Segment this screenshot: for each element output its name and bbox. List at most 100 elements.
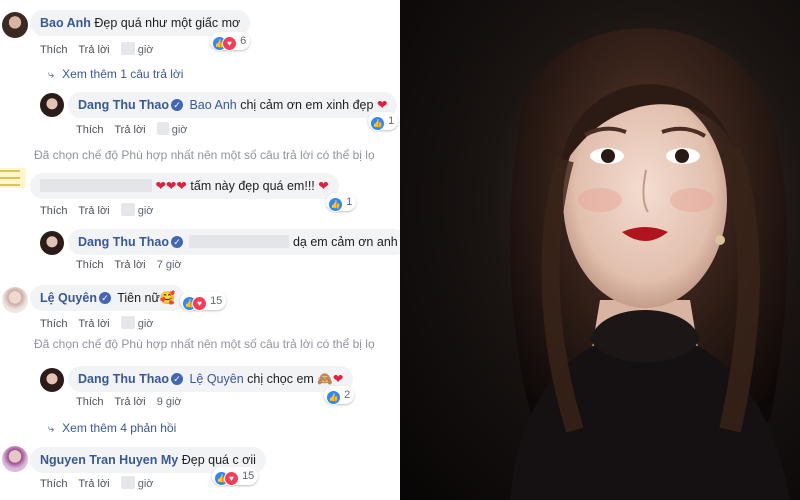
- commenter-name[interactable]: Lệ Quyên: [40, 291, 97, 305]
- comment-actions: Thích Trả lời giờ: [40, 316, 154, 330]
- timestamp: giờ: [137, 205, 154, 217]
- comment-bubble: Dang Thu Thao ✓ Lệ Quyên chị chọc em 🙈❤: [68, 366, 354, 392]
- like-reaction-icon: 👍: [328, 197, 343, 212]
- blurred-name: [40, 179, 152, 192]
- timestamp: giờ: [137, 318, 154, 330]
- reaction-count[interactable]: 👍 ♥ 15: [180, 292, 227, 311]
- avatar[interactable]: [40, 93, 64, 117]
- timestamp: giờ: [137, 44, 154, 56]
- comment-bubble: Dang Thu Thao ✓ dạ em cảm ơn anh: [68, 229, 400, 255]
- heart-emoji: ❤: [376, 98, 388, 112]
- reaction-count[interactable]: 👍 ♥ 15: [212, 467, 259, 486]
- reply-link[interactable]: Trả lời: [78, 318, 109, 330]
- comment-actions: Thích Trả lời 7 giờ: [76, 259, 182, 271]
- like-reaction-icon: 👍: [326, 390, 341, 405]
- verified-badge-icon: ✓: [170, 99, 183, 111]
- comment-actions: Thích Trả lời giờ: [40, 42, 154, 56]
- commenter-name[interactable]: Nguyen Tran Huyen My: [40, 453, 178, 467]
- earring: [715, 235, 725, 245]
- avatar-stripe: [0, 184, 20, 186]
- comment-text: Đẹp quá như một giấc mơ: [94, 16, 241, 30]
- right-iris: [675, 149, 689, 163]
- reply-arrow-icon: ⤷: [48, 423, 55, 435]
- like-link[interactable]: Thích: [40, 205, 68, 217]
- commenter-name[interactable]: Bao Anh: [40, 16, 91, 30]
- avatar-stripe: [0, 177, 20, 179]
- comment-text: dạ em cảm ơn anh: [292, 235, 398, 249]
- comment-bubble: Lệ Quyên ✓ Tiên nữ🥰: [30, 285, 186, 311]
- comment-actions: Thích Trả lời 9 giờ: [76, 396, 182, 408]
- reaction-count[interactable]: 👍 ♥ 6: [210, 32, 251, 51]
- avatar[interactable]: [40, 368, 64, 392]
- love-reaction-icon: ♥: [224, 471, 239, 486]
- reaction-count[interactable]: 👍 1: [326, 193, 357, 212]
- comment-thread: Bao Anh Đẹp quá như một giấc mơ 👍 ♥ 6 Thí…: [0, 0, 400, 500]
- blurred-time: [156, 122, 169, 135]
- right-cheek: [670, 188, 714, 212]
- timestamp: giờ: [137, 478, 154, 490]
- left-iris: [601, 149, 615, 163]
- portrait-photo: [400, 0, 800, 500]
- avatar[interactable]: [2, 12, 28, 38]
- like-link[interactable]: Thích: [76, 259, 104, 271]
- like-reaction-icon: 👍: [370, 116, 385, 131]
- verified-badge-icon: ✓: [170, 373, 183, 385]
- timestamp: 9 giờ: [156, 396, 182, 408]
- blurred-mention: [189, 235, 290, 248]
- heart-emoji: ❤: [332, 372, 344, 386]
- reply-arrow-icon: ⤷: [48, 69, 55, 81]
- mention[interactable]: Lệ Quyên: [189, 372, 243, 386]
- blurred-time: [120, 203, 135, 216]
- reaction-count[interactable]: 👍 2: [324, 386, 355, 405]
- reply-link[interactable]: Trả lời: [114, 259, 145, 271]
- blurred-time: [120, 316, 135, 329]
- commenter-name[interactable]: Dang Thu Thao: [78, 372, 169, 386]
- like-link[interactable]: Thích: [76, 396, 104, 408]
- heart-emoji: ❤❤❤: [155, 179, 187, 193]
- filter-notice: Đã chọn chế độ Phù hợp nhất nên một số c…: [34, 148, 375, 162]
- verified-badge-icon: ✓: [170, 236, 183, 248]
- emoji: 🥰: [159, 291, 176, 305]
- reply-link[interactable]: Trả lời: [114, 396, 145, 408]
- comment-text: chị chọc em: [247, 372, 314, 386]
- commenter-name[interactable]: Dang Thu Thao: [78, 235, 169, 249]
- comment-text: Đẹp quá c ơii: [181, 453, 256, 467]
- like-link[interactable]: Thích: [40, 44, 68, 56]
- comment-actions: Thích Trả lời giờ: [40, 203, 154, 217]
- like-link[interactable]: Thích: [76, 124, 104, 136]
- reply-link[interactable]: Trả lời: [78, 205, 109, 217]
- love-reaction-icon: ♥: [222, 36, 237, 51]
- left-cheek: [578, 188, 622, 212]
- mention[interactable]: Bao Anh: [189, 98, 236, 112]
- timestamp: 7 giờ: [156, 259, 182, 271]
- comment-text: tấm này đẹp quá em!!!: [190, 179, 315, 193]
- comment-bubble: Dang Thu Thao ✓ Bao Anh chị cảm ơn em xin…: [68, 92, 398, 118]
- love-reaction-icon: ♥: [192, 296, 207, 311]
- blurred-time: [120, 42, 135, 55]
- like-link[interactable]: Thích: [40, 318, 68, 330]
- view-more-replies[interactable]: ⤷ Xem thêm 1 câu trả lời: [48, 67, 183, 82]
- like-link[interactable]: Thích: [40, 478, 68, 490]
- emoji: 🙈: [317, 372, 333, 386]
- reply-link[interactable]: Trả lời: [78, 478, 109, 490]
- heart-emoji: ❤: [318, 179, 329, 193]
- avatar[interactable]: [40, 231, 64, 255]
- comment-text: chị cảm ơn em xinh đẹp: [240, 98, 374, 112]
- reply-link[interactable]: Trả lời: [114, 124, 145, 136]
- verified-badge-icon: ✓: [98, 292, 111, 304]
- portrait-illustration: [510, 28, 790, 500]
- reply-link[interactable]: Trả lời: [78, 44, 109, 56]
- view-more-replies[interactable]: ⤷ Xem thêm 4 phản hồi: [48, 421, 176, 436]
- blurred-time: [120, 476, 135, 489]
- commenter-name[interactable]: Dang Thu Thao: [78, 98, 169, 112]
- filter-notice: Đã chọn chế độ Phù hợp nhất nên một số c…: [34, 337, 375, 351]
- avatar-stripe: [0, 170, 20, 172]
- comment-text: Tiên nữ: [117, 291, 160, 305]
- timestamp: giờ: [171, 124, 188, 136]
- comment-bubble: ❤❤❤ tấm này đẹp quá em!!! ❤: [30, 173, 339, 199]
- avatar[interactable]: [2, 446, 28, 472]
- comment-actions: Thích Trả lời giờ: [40, 476, 154, 490]
- comment-actions: Thích Trả lời giờ: [76, 122, 188, 136]
- avatar[interactable]: [2, 287, 28, 313]
- reaction-count[interactable]: 👍 1: [368, 112, 399, 131]
